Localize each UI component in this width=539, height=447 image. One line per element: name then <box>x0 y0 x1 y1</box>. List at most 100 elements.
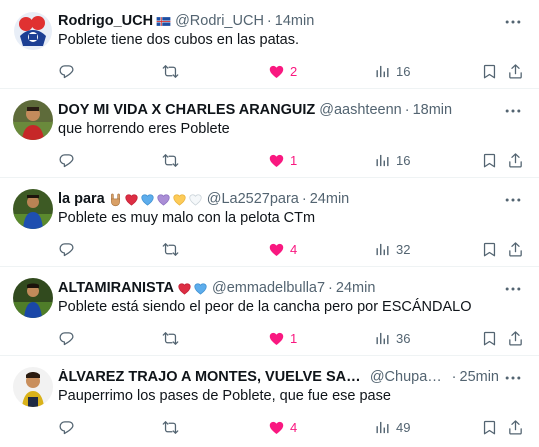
like-button[interactable]: 2 <box>268 61 297 81</box>
reply-button[interactable] <box>58 328 80 348</box>
handle[interactable]: @La2527para <box>207 191 299 207</box>
reply-button[interactable] <box>58 150 80 170</box>
avatar[interactable] <box>13 278 53 318</box>
separator-dot: · <box>404 102 410 118</box>
retweet-button[interactable] <box>162 61 184 81</box>
retweet-icon <box>162 330 179 347</box>
tweet[interactable]: Rodrigo_UCH @Rodri_UCH · 14min Poblete tiene… <box>0 0 539 89</box>
display-name[interactable]: DOY MI VIDA X CHARLES ARANGUIZ <box>58 102 315 118</box>
views-button[interactable]: 16 <box>374 61 410 81</box>
retweet-icon <box>162 152 179 169</box>
like-count: 4 <box>290 241 298 257</box>
views-button[interactable]: 16 <box>374 150 410 170</box>
bookmark-button[interactable] <box>481 328 498 348</box>
heart-icon <box>268 330 285 347</box>
tweet[interactable]: ALTAMIRANISTA @emmadelbulla7 · 24min Poblete… <box>0 267 539 356</box>
reply-button[interactable] <box>58 417 80 437</box>
tweet[interactable]: DOY MI VIDA X CHARLES ARANGUIZ @aashteenn… <box>0 89 539 178</box>
reply-icon <box>58 419 75 436</box>
views-icon <box>374 152 391 169</box>
tweet-header: DOY MI VIDA X CHARLES ARANGUIZ @aashteenn… <box>58 100 499 120</box>
tweet-text: que horrendo eres Poblete <box>58 121 230 137</box>
handle[interactable]: @Chupaya... <box>370 369 449 385</box>
more-icon[interactable] <box>503 368 523 388</box>
blue-heart-icon <box>193 281 208 296</box>
share-button[interactable] <box>507 328 524 348</box>
views-button[interactable]: 32 <box>374 239 410 259</box>
share-button[interactable] <box>507 61 524 81</box>
avatar[interactable] <box>13 189 53 229</box>
tweet-header: la para @La2527para · 24min <box>58 189 499 209</box>
retweet-icon <box>162 241 179 258</box>
share-button[interactable] <box>507 150 524 170</box>
display-name[interactable]: Rodrigo_UCH <box>58 13 153 29</box>
tweet-actions: 1 36 <box>58 328 525 348</box>
separator-dot: · <box>328 280 333 296</box>
timestamp[interactable]: 24min <box>336 280 376 296</box>
purple-heart-icon <box>156 192 171 207</box>
display-name[interactable]: ALTAMIRANISTA <box>58 280 174 296</box>
more-icon[interactable] <box>503 101 523 121</box>
share-icon <box>507 152 524 169</box>
display-name[interactable]: ÁLVAREZ TRAJO A MONTES, VUELVE SAMPA... <box>58 369 366 385</box>
tweet[interactable]: la para @La2527para · 24min Poblete es muy m… <box>0 178 539 267</box>
bookmark-icon <box>481 241 498 258</box>
views-count: 32 <box>396 241 411 257</box>
timestamp[interactable]: 24min <box>310 191 350 207</box>
name-emojis <box>177 281 208 296</box>
handle[interactable]: @emmadelbulla7 <box>212 280 325 296</box>
more-icon[interactable] <box>503 12 523 32</box>
avatar[interactable] <box>13 100 53 140</box>
retweet-button[interactable] <box>162 328 184 348</box>
tweet-actions: 1 16 <box>58 150 525 170</box>
tweet-text: Poblete está siendo el peor de la cancha… <box>58 299 472 315</box>
tweet-actions: 2 16 <box>58 61 525 81</box>
avatar[interactable] <box>13 367 53 407</box>
like-count: 1 <box>290 330 298 346</box>
bookmark-icon <box>481 419 498 436</box>
handle[interactable]: @Rodri_UCH <box>175 13 264 29</box>
share-button[interactable] <box>507 417 524 437</box>
tweet-feed: Rodrigo_UCH @Rodri_UCH · 14min Poblete tiene… <box>0 0 539 445</box>
yellow-heart-icon <box>172 192 187 207</box>
more-icon[interactable] <box>503 190 523 210</box>
views-button[interactable]: 49 <box>374 417 410 437</box>
share-icon <box>507 419 524 436</box>
retweet-icon <box>162 419 179 436</box>
like-button[interactable]: 1 <box>268 150 297 170</box>
reply-icon <box>58 330 75 347</box>
heart-icon <box>268 152 285 169</box>
retweet-button[interactable] <box>162 239 184 259</box>
views-count: 36 <box>396 330 411 346</box>
more-icon[interactable] <box>503 279 523 299</box>
retweet-button[interactable] <box>162 417 184 437</box>
timestamp[interactable]: 14min <box>275 13 315 29</box>
timestamp[interactable]: 18min <box>413 102 453 118</box>
views-button[interactable]: 36 <box>374 328 410 348</box>
bookmark-button[interactable] <box>481 417 498 437</box>
reply-icon <box>58 63 75 80</box>
share-icon <box>507 330 524 347</box>
tweet-text: Poblete es muy malo con la pelota CTm <box>58 210 316 226</box>
red-heart-icon <box>124 192 139 207</box>
reply-button[interactable] <box>58 61 80 81</box>
reply-icon <box>58 152 75 169</box>
tweet-text: Poblete tiene dos cubos en las patas. <box>58 32 300 48</box>
handle[interactable]: @aashteenn <box>319 102 401 118</box>
bookmark-button[interactable] <box>481 150 498 170</box>
like-count: 1 <box>290 152 298 168</box>
tweet[interactable]: ÁLVAREZ TRAJO A MONTES, VUELVE SAMPA... @… <box>0 356 539 445</box>
bookmark-button[interactable] <box>481 61 498 81</box>
avatar[interactable] <box>13 11 53 51</box>
white-heart-icon <box>188 192 203 207</box>
retweet-button[interactable] <box>162 150 184 170</box>
like-button[interactable]: 4 <box>268 417 297 437</box>
like-button[interactable]: 4 <box>268 239 297 259</box>
like-count: 2 <box>290 63 298 79</box>
timestamp[interactable]: 25min <box>460 369 500 385</box>
reply-button[interactable] <box>58 239 80 259</box>
like-button[interactable]: 1 <box>268 328 297 348</box>
bookmark-button[interactable] <box>481 239 498 259</box>
display-name[interactable]: la para <box>58 191 105 207</box>
share-button[interactable] <box>507 239 524 259</box>
